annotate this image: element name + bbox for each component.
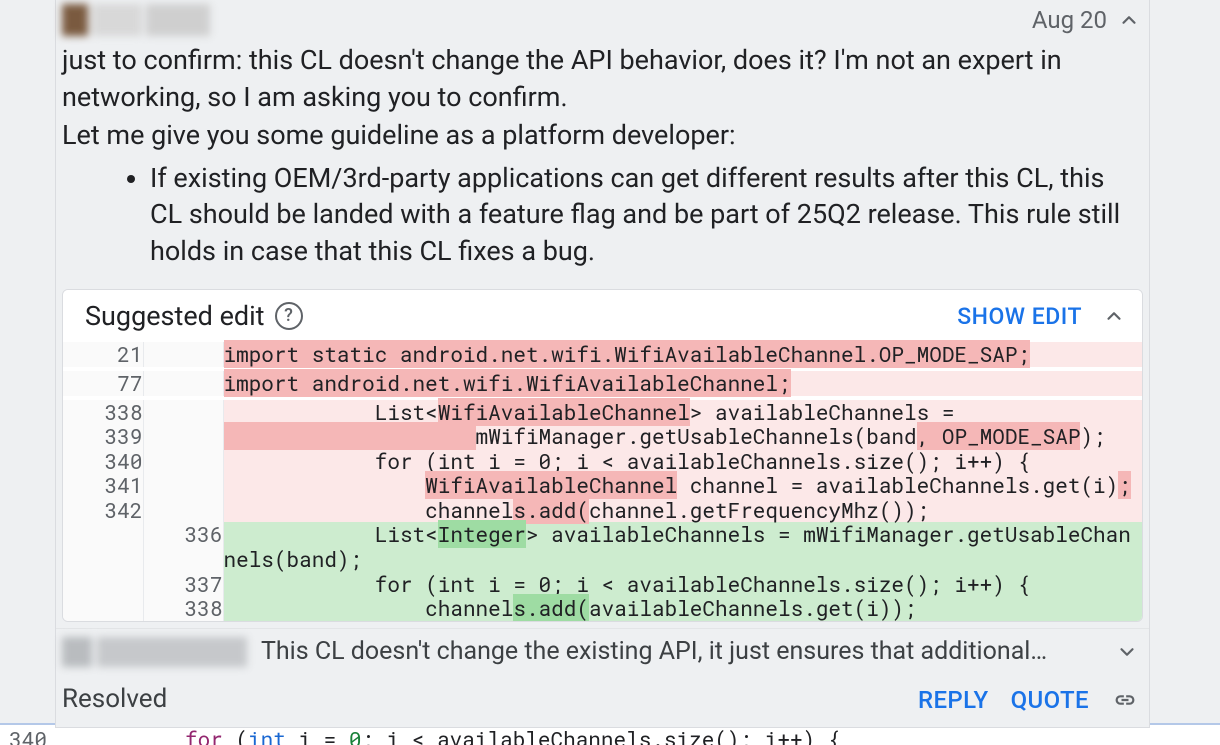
- comment-thread-card: Aug 20 just to confirm: this CL doesn't …: [55, 0, 1150, 728]
- diff-code: mWifiManager.getUsableChannels(band, OP_…: [223, 424, 1142, 449]
- line-number-new: 338: [143, 596, 223, 621]
- diff-row-removed: 77 import android.net.wifi.WifiAvailable…: [63, 371, 1142, 396]
- line-number-new: [143, 424, 223, 449]
- diff-row-removed: 21 import static android.net.wifi.WifiAv…: [63, 342, 1142, 367]
- diff-row-added: 337 for (int i = 0; i < availableChannel…: [63, 572, 1142, 597]
- comment-body: just to confirm: this CL doesn't change …: [56, 38, 1149, 283]
- diff-code: List<Integer> availableChannels = mWifiM…: [223, 522, 1142, 571]
- help-icon[interactable]: ?: [275, 302, 303, 330]
- diff-row-removed: 339 mWifiManager.getUsableChannels(band,…: [63, 424, 1142, 449]
- quote-button[interactable]: QUOTE: [1011, 684, 1089, 716]
- diff-row-added: 338 channels.add(availableChannels.get(i…: [63, 596, 1142, 621]
- diff-row-removed: 338 List<WifiAvailableChannel> available…: [63, 400, 1142, 425]
- line-number-old: 340: [63, 449, 143, 474]
- diff-table: 21 import static android.net.wifi.WifiAv…: [63, 342, 1142, 620]
- suggested-edit-title: Suggested edit: [85, 298, 265, 334]
- expand-reply-icon[interactable]: [1113, 638, 1141, 666]
- comment-date: Aug 20: [1032, 4, 1107, 36]
- line-number-old: [63, 522, 143, 571]
- suggested-edit-block: Suggested edit ? SHOW EDIT 21 import sta…: [62, 289, 1143, 622]
- line-number-new: 337: [143, 572, 223, 597]
- line-number-new: [143, 400, 223, 425]
- line-number-old: 342: [63, 498, 143, 523]
- line-number-new: [143, 498, 223, 523]
- diff-row-removed: 341 WifiAvailableChannel channel = avail…: [63, 473, 1142, 498]
- line-number-new: [143, 342, 223, 367]
- reply-button[interactable]: REPLY: [918, 684, 989, 716]
- line-number-old: 21: [63, 342, 143, 367]
- replier-identity: [62, 637, 247, 667]
- line-number-old: [63, 596, 143, 621]
- line-number-old: 77: [63, 371, 143, 396]
- comment-bullet: If existing OEM/3rd-party applications c…: [150, 160, 1125, 269]
- comment-paragraph: just to confirm: this CL doesn't change …: [62, 42, 1143, 115]
- diff-code: for (int i = 0; i < availableChannels.si…: [223, 572, 1142, 597]
- thread-footer: Resolved REPLY QUOTE: [56, 674, 1149, 727]
- diff-code: import android.net.wifi.WifiAvailableCha…: [223, 371, 1142, 396]
- diff-row-removed: 342 channels.add(channel.getFrequencyMhz…: [63, 498, 1142, 523]
- collapse-thread-icon[interactable]: [1115, 6, 1143, 34]
- line-number-new: [143, 473, 223, 498]
- line-number-new: [143, 449, 223, 474]
- comment-paragraph: Let me give you some guideline as a plat…: [62, 117, 1143, 153]
- diff-code: channels.add(channel.getFrequencyMhz());: [223, 498, 1142, 523]
- reply-preview-text: This CL doesn't change the existing API,…: [261, 635, 1113, 669]
- bg-line-number: 340: [0, 725, 55, 745]
- show-edit-button[interactable]: SHOW EDIT: [957, 301, 1082, 332]
- thread-status: Resolved: [62, 682, 167, 717]
- comment-header: Aug 20: [56, 0, 1149, 38]
- commenter-identity[interactable]: [62, 4, 210, 36]
- line-number-old: 338: [63, 400, 143, 425]
- line-number-new: 336: [143, 522, 223, 571]
- collapse-suggested-icon[interactable]: [1100, 302, 1128, 330]
- link-icon[interactable]: [1111, 686, 1139, 714]
- line-number-old: 341: [63, 473, 143, 498]
- diff-code: for (int i = 0; i < availableChannels.si…: [223, 449, 1142, 474]
- diff-code: import static android.net.wifi.WifiAvail…: [223, 342, 1142, 367]
- diff-code: channels.add(availableChannels.get(i));: [223, 596, 1142, 621]
- diff-code: WifiAvailableChannel channel = available…: [223, 473, 1142, 498]
- line-number-new: [143, 371, 223, 396]
- suggested-edit-header: Suggested edit ? SHOW EDIT: [63, 290, 1142, 342]
- diff-code: List<WifiAvailableChannel> availableChan…: [223, 400, 1142, 425]
- diff-row-removed: 340 for (int i = 0; i < availableChannel…: [63, 449, 1142, 474]
- line-number-old: [63, 572, 143, 597]
- reply-preview-row[interactable]: This CL doesn't change the existing API,…: [56, 628, 1149, 675]
- line-number-old: 339: [63, 424, 143, 449]
- diff-row-added: 336 List<Integer> availableChannels = mW…: [63, 522, 1142, 571]
